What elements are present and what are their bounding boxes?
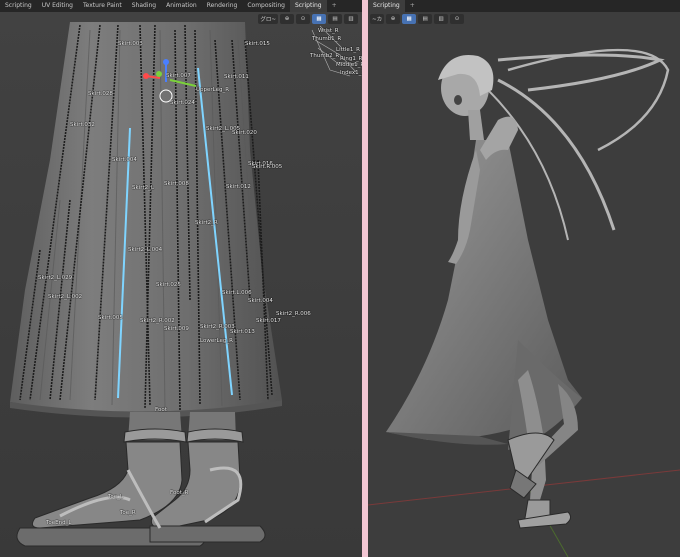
bone-label[interactable]: UpperLeg_R — [196, 87, 229, 93]
bone-label[interactable]: Skirt2_R.006 — [276, 311, 311, 317]
tab-uv-editing[interactable]: UV Editing — [37, 0, 78, 12]
bone-label[interactable]: LowerLeg_R — [200, 338, 233, 344]
right-scene[interactable] — [368, 0, 680, 557]
tab-scripting-active[interactable]: Scripting — [289, 0, 327, 12]
snap-icon-right[interactable]: ⊙ — [450, 13, 465, 24]
bone-label[interactable]: Skirt.012 — [226, 184, 251, 190]
tab-compositing[interactable]: Compositing — [242, 0, 290, 12]
hand-bone-label[interactable]: Wrist_R — [318, 28, 339, 34]
bone-label[interactable]: Skirt.032 — [70, 122, 95, 128]
shading-icon-right[interactable]: ▥ — [434, 13, 449, 24]
bone-label[interactable]: Skirt.017 — [256, 318, 281, 324]
shading-icon[interactable]: ▥ — [344, 13, 358, 24]
bone-label[interactable]: Skirt.011 — [224, 74, 249, 80]
transform-orientation-dropdown-right[interactable]: ~カ — [370, 13, 385, 24]
overlay-icon-right[interactable]: ▦ — [402, 13, 417, 24]
bone-label[interactable]: Skirt2_L — [132, 185, 154, 191]
bone-label[interactable]: Skirt.013 — [230, 329, 255, 335]
hand-bone-label[interactable]: Thumb1_R — [312, 36, 341, 42]
bone-label[interactable]: Skirt.007 — [166, 73, 191, 79]
right-viewport[interactable]: Scripting + ~カ ⊕ ▦ ▤ ▥ ⊙ — [368, 0, 680, 557]
hand-bone-label[interactable]: Middle1_R — [336, 62, 362, 68]
bone-label[interactable]: Skirt.R.005 — [252, 164, 282, 170]
snap-icon[interactable]: ⊙ — [296, 13, 310, 24]
bone-label[interactable]: Skirt.020 — [232, 130, 257, 136]
bone-label[interactable]: Skirt.L.006 — [222, 290, 252, 296]
bone-label[interactable]: Toe_R — [120, 510, 136, 516]
add-workspace-button-right[interactable]: + — [405, 0, 420, 12]
tab-animation[interactable]: Animation — [161, 0, 202, 12]
left-viewport[interactable]: Skirt.003 Skirt.015 Skirt.007 Skirt.011 Uppe… — [0, 0, 362, 557]
bone-label[interactable]: Skirt.028 — [88, 91, 113, 97]
hand-bone-label[interactable]: Thumb2_R — [310, 53, 339, 59]
tab-shading[interactable]: Shading — [127, 0, 161, 12]
tab-scripting-right[interactable]: Scripting — [368, 0, 405, 12]
bone-label[interactable]: Foot — [155, 407, 167, 413]
xray-icon-right[interactable]: ▤ — [418, 13, 433, 24]
bone-label[interactable]: Foot_R — [170, 490, 188, 496]
bone-label[interactable]: Skirt2_L.029 — [38, 275, 72, 281]
overlay-icon[interactable]: ▦ — [312, 13, 326, 24]
transform-orientation-dropdown[interactable]: グロ~ — [258, 13, 278, 24]
bone-label[interactable]: Skirt2_R — [195, 220, 218, 226]
left-viewport-header: グロ~ ⊕ ⊙ ▦ ▤ ▥ — [258, 13, 358, 24]
tab-scripting[interactable]: Scripting — [0, 0, 37, 12]
pivot-icon-right[interactable]: ⊕ — [386, 13, 401, 24]
bone-label[interactable]: ToeEnd_L — [46, 520, 71, 526]
bone-label[interactable]: Skirt.004 — [112, 157, 137, 163]
xray-icon[interactable]: ▤ — [328, 13, 342, 24]
pivot-icon[interactable]: ⊕ — [280, 13, 294, 24]
hand-bone-label[interactable]: Index1_R — [340, 70, 362, 76]
bone-label[interactable]: Skirt2_L.004 — [128, 247, 162, 253]
tab-rendering[interactable]: Rendering — [202, 0, 243, 12]
bone-label[interactable]: Skirt.003 — [118, 41, 143, 47]
bone-label[interactable]: Skirt.009 — [164, 326, 189, 332]
add-workspace-button[interactable]: + — [327, 0, 342, 12]
left-workspace-tabs: Scripting UV Editing Texture Paint Shadi… — [0, 0, 362, 12]
bone-label[interactable]: Skirt.008 — [164, 181, 189, 187]
bone-label[interactable]: Skirt.025 — [156, 282, 181, 288]
bone-label[interactable]: Skirt2_R.002 — [140, 318, 175, 324]
bone-label[interactable]: Skirt.004 — [248, 298, 273, 304]
bone-label[interactable]: Skirt2_L.002 — [48, 294, 82, 300]
bone-label[interactable]: Skirt.005 — [98, 315, 123, 321]
tab-texture-paint[interactable]: Texture Paint — [78, 0, 127, 12]
bone-label[interactable]: Skirt.024 — [170, 100, 195, 106]
bone-label[interactable]: Toe_L — [108, 494, 123, 500]
bone-label[interactable]: Skirt.015 — [245, 41, 270, 47]
right-workspace-tabs: Scripting + — [368, 0, 680, 12]
right-viewport-header: ~カ ⊕ ▦ ▤ ▥ ⊙ — [370, 13, 465, 24]
hand-bone-label[interactable]: Little1_R — [336, 47, 360, 53]
